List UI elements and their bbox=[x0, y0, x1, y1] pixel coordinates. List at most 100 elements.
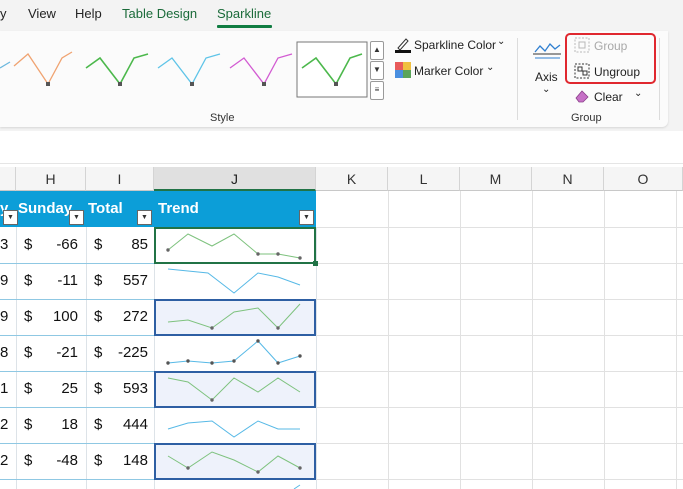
cell-sunday[interactable]: -11 bbox=[40, 272, 78, 289]
style-option-purple[interactable] bbox=[229, 53, 293, 86]
cell-currency[interactable]: $ bbox=[94, 380, 102, 397]
menu-bar bbox=[0, 0, 683, 28]
gallery-more-button[interactable]: ≡ bbox=[370, 81, 384, 100]
grid-line bbox=[604, 191, 605, 489]
grid-line bbox=[316, 407, 683, 408]
cell-g[interactable]: 2 bbox=[0, 452, 8, 469]
sparkline-row-6 bbox=[167, 420, 300, 438]
sparkline-row-3 bbox=[167, 303, 301, 330]
cell-currency[interactable]: $ bbox=[94, 236, 102, 253]
grid-line bbox=[460, 191, 461, 489]
pen-icon bbox=[395, 38, 411, 53]
column-header-o[interactable]: O bbox=[604, 167, 683, 191]
cell-currency[interactable]: $ bbox=[24, 452, 32, 469]
cell-sunday[interactable]: -48 bbox=[40, 452, 78, 469]
filter-dropdown-button[interactable]: ▼ bbox=[3, 210, 18, 225]
cell-total[interactable]: 557 bbox=[104, 272, 148, 289]
cell-sunday[interactable]: -21 bbox=[40, 344, 78, 361]
marker-color-label: Marker Color bbox=[414, 64, 484, 78]
gallery-scroll-down-button[interactable]: ▼ bbox=[370, 61, 384, 80]
header-total: Total bbox=[88, 200, 123, 217]
cell-currency[interactable]: $ bbox=[24, 344, 32, 361]
sparkline-style-gallery bbox=[0, 41, 368, 98]
column-header-k[interactable]: K bbox=[316, 167, 388, 191]
cell-total[interactable]: 444 bbox=[104, 416, 148, 433]
cell-currency[interactable]: $ bbox=[94, 308, 102, 325]
column-header-l[interactable]: L bbox=[388, 167, 460, 191]
sparkline-row-5 bbox=[167, 377, 301, 402]
tab-partial[interactable]: y bbox=[0, 6, 7, 21]
cell-sunday[interactable]: 18 bbox=[40, 416, 78, 433]
column-header-m[interactable]: M bbox=[460, 167, 532, 191]
cell-divider bbox=[316, 227, 317, 489]
cell-sunday[interactable]: -66 bbox=[40, 236, 78, 253]
trend-sparklines bbox=[166, 233, 302, 489]
cell-g[interactable]: 9 bbox=[0, 308, 8, 325]
sparkline-color-label: Sparkline Color bbox=[414, 38, 497, 52]
cell-currency[interactable]: $ bbox=[24, 272, 32, 289]
chevron-down-icon: ⌄ bbox=[634, 88, 643, 99]
cell-sunday[interactable]: 100 bbox=[40, 308, 78, 325]
tab-sparkline[interactable]: Sparkline bbox=[217, 6, 271, 21]
sparkline-row-8-partial bbox=[293, 484, 301, 489]
filter-dropdown-button[interactable]: ▼ bbox=[299, 210, 314, 225]
tab-view[interactable]: View bbox=[28, 6, 56, 21]
style-option-green[interactable] bbox=[85, 53, 149, 86]
cell-g[interactable]: 8 bbox=[0, 344, 8, 361]
cell-sunday[interactable]: 25 bbox=[40, 380, 78, 397]
grid-line bbox=[532, 191, 533, 489]
filter-dropdown-button[interactable]: ▼ bbox=[69, 210, 84, 225]
cell-total[interactable]: 593 bbox=[104, 380, 148, 397]
column-header-h[interactable]: H bbox=[16, 167, 86, 191]
cell-g[interactable]: 2 bbox=[0, 416, 8, 433]
axis-button[interactable]: Axis ⌄ bbox=[528, 38, 564, 100]
grid-line bbox=[316, 371, 683, 372]
sparkline-color-button[interactable]: Sparkline Color ⌄ bbox=[391, 35, 511, 55]
column-header-g[interactable] bbox=[0, 167, 16, 191]
clear-label: Clear bbox=[594, 90, 623, 104]
clear-button[interactable]: Clear ⌄ bbox=[571, 88, 651, 106]
sparkline-row-7 bbox=[167, 451, 302, 474]
cell-currency[interactable]: $ bbox=[94, 344, 102, 361]
cell-total[interactable]: -225 bbox=[104, 344, 148, 361]
column-header-j[interactable]: J bbox=[154, 167, 316, 191]
cell-g[interactable]: 9 bbox=[0, 272, 8, 289]
cell-currency[interactable]: $ bbox=[24, 236, 32, 253]
grid-line bbox=[316, 299, 683, 300]
cell-total[interactable]: 85 bbox=[104, 236, 148, 253]
tab-help[interactable]: Help bbox=[75, 6, 102, 21]
style-option-orange-partial[interactable] bbox=[0, 61, 11, 69]
sparkline-row-1 bbox=[166, 233, 302, 260]
marker-color-button[interactable]: Marker Color ⌄ bbox=[391, 60, 501, 80]
gallery-scroll-up-button[interactable]: ▲ bbox=[370, 41, 384, 60]
style-option-selected[interactable] bbox=[296, 41, 368, 98]
chevron-down-icon: ⌄ bbox=[542, 84, 551, 95]
column-header-i[interactable]: I bbox=[86, 167, 154, 191]
cell-currency[interactable]: $ bbox=[94, 416, 102, 433]
axis-label: Axis bbox=[535, 70, 558, 84]
cell-currency[interactable]: $ bbox=[24, 380, 32, 397]
column-header-n[interactable]: N bbox=[532, 167, 604, 191]
cell-total[interactable]: 272 bbox=[104, 308, 148, 325]
grid-line bbox=[316, 335, 683, 336]
cell-g[interactable]: 3 bbox=[0, 236, 8, 253]
sparkline-row-4 bbox=[166, 339, 302, 365]
style-option-blue[interactable] bbox=[157, 53, 221, 86]
formula-bar[interactable] bbox=[0, 133, 683, 164]
cell-g[interactable]: 1 bbox=[0, 380, 8, 397]
filter-dropdown-button[interactable]: ▼ bbox=[137, 210, 152, 225]
style-option-orange[interactable] bbox=[13, 51, 73, 86]
cell-currency[interactable]: $ bbox=[24, 308, 32, 325]
chevron-down-icon: ⌄ bbox=[486, 62, 495, 73]
ribbon-separator bbox=[659, 38, 660, 120]
group-ungroup-highlight bbox=[565, 33, 656, 84]
group-group-label: Group bbox=[571, 112, 602, 124]
cell-currency[interactable]: $ bbox=[24, 416, 32, 433]
cell-currency[interactable]: $ bbox=[94, 452, 102, 469]
style-group-label: Style bbox=[210, 112, 235, 124]
cell-total[interactable]: 148 bbox=[104, 452, 148, 469]
marker-grid-icon bbox=[395, 62, 411, 78]
tab-table-design[interactable]: Table Design bbox=[122, 6, 197, 21]
cell-currency[interactable]: $ bbox=[94, 272, 102, 289]
cell-divider bbox=[86, 227, 87, 489]
